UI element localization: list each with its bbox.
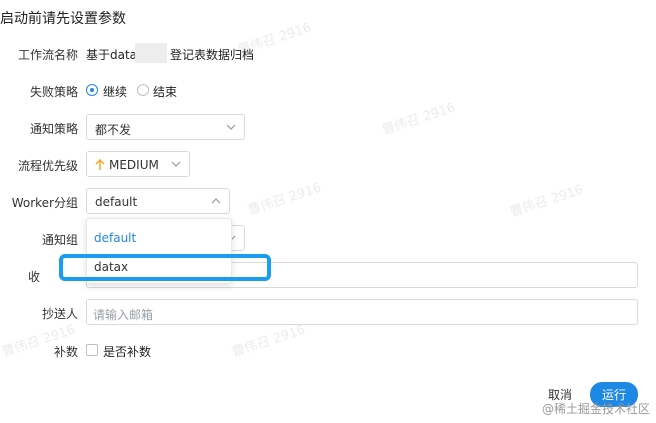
workflow-name-value-suffix: 登记表数据归档 <box>170 48 255 62</box>
notify-group-label: 通知组 <box>41 233 78 247</box>
brand-watermark: @稀土掘金技术社区 <box>541 402 650 416</box>
worker-group-value: default <box>95 195 138 209</box>
notify-strategy-select[interactable]: 都不发 <box>86 114 245 140</box>
notify-strategy-label: 通知策略 <box>29 122 78 136</box>
chevron-up-icon <box>211 198 221 204</box>
failure-end-radio[interactable] <box>137 84 149 96</box>
failure-continue-label[interactable]: 继续 <box>103 83 127 100</box>
cc-placeholder: 请输入邮箱 <box>93 308 154 322</box>
watermark: 曹伟召 2916 <box>246 180 324 219</box>
failure-strategy-label: 失败策略 <box>29 85 78 99</box>
cc-input[interactable]: 请输入邮箱 <box>86 299 638 325</box>
redacted-block <box>135 43 167 63</box>
complement-checkbox[interactable] <box>86 344 98 356</box>
recipient-label: 收 <box>27 270 40 284</box>
workflow-name-value-prefix: 基于data <box>86 48 138 62</box>
failure-end-label[interactable]: 结束 <box>153 83 177 100</box>
complement-checkbox-label[interactable]: 是否补数 <box>103 343 151 360</box>
workflow-name-label: 工作流名称 <box>17 48 78 62</box>
watermark: 曹伟召 2916 <box>508 182 586 221</box>
worker-group-label: Worker分组 <box>11 196 78 210</box>
highlight-box <box>59 254 271 281</box>
chevron-down-icon <box>226 124 236 130</box>
dropdown-option-default[interactable]: default <box>94 231 136 245</box>
complement-label: 补数 <box>53 345 78 359</box>
process-priority-value: MEDIUM <box>109 158 159 172</box>
cc-label: 抄送人 <box>41 307 78 321</box>
chevron-down-icon <box>171 161 181 167</box>
worker-group-select[interactable]: default <box>86 188 230 214</box>
failure-continue-radio[interactable] <box>86 84 98 96</box>
notify-strategy-value: 都不发 <box>95 123 132 137</box>
dialog-title: 启动前请先设置参数 <box>0 11 126 27</box>
arrow-up-icon <box>95 159 105 170</box>
process-priority-select[interactable]: MEDIUM <box>86 151 190 177</box>
watermark: 曹伟召 2916 <box>380 100 458 139</box>
process-priority-label: 流程优先级 <box>17 159 78 173</box>
